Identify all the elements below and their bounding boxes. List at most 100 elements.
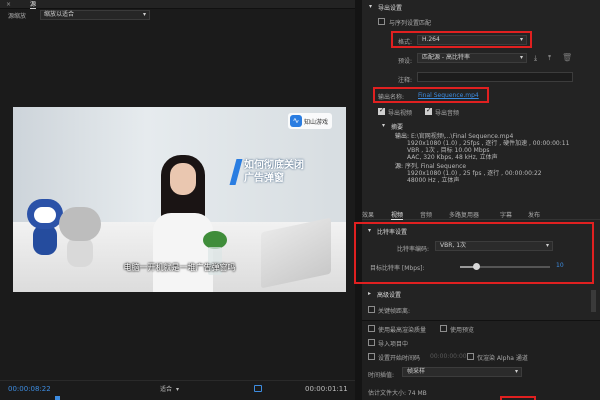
safe-margins-icon[interactable] xyxy=(254,385,262,392)
comment-input[interactable] xyxy=(417,72,573,82)
summary-source-audio: 48000 Hz , 立体声 xyxy=(407,177,460,184)
export-button-highlight xyxy=(500,396,536,400)
export-video-label: 导出视频 xyxy=(388,110,413,117)
preset-value: 匹配源 - 高比特率 xyxy=(422,54,470,61)
match-sequence-row: 与序列设置匹配 xyxy=(362,15,600,27)
summary-source-video: 1920x1080 (1.0) , 25 fps , 逐行 , 00:00:00… xyxy=(407,170,542,177)
export-video-checkbox[interactable] xyxy=(378,106,385,115)
video-subtitle: 电脑一开机就是一堆广告弹窗吗 xyxy=(123,263,236,272)
tab-multiplexer[interactable]: 多路复用器 xyxy=(449,210,479,219)
time-interpolation-label: 时间插值: xyxy=(368,372,395,379)
summary-output-video: 1920x1080 (1.0) , 25fps , 逐行 , 硬件加速 , 00… xyxy=(407,140,570,147)
chevron-down-icon: ▾ xyxy=(545,242,549,249)
overlay-title-line1: 如何彻底关闭 xyxy=(244,160,304,171)
bitrate-section-title: 比特率设置 xyxy=(377,229,408,236)
chevron-down-icon: ▾ xyxy=(142,11,146,18)
format-select[interactable]: H.264 ▾ xyxy=(417,35,527,45)
source-scale-row: 源缩放 缩放以适合 ▾ xyxy=(0,9,355,21)
save-preset-icon[interactable]: ⤓ xyxy=(534,54,537,63)
target-bitrate-knob[interactable] xyxy=(473,263,480,270)
render-alpha-label: 仅渲染 Alpha 通道 xyxy=(477,355,528,362)
match-sequence-label: 与序列设置匹配 xyxy=(389,20,432,27)
delete-preset-icon[interactable]: 🗑 xyxy=(562,53,572,62)
duration-timecode: 00:00:01:11 xyxy=(305,385,348,393)
output-name-label: 输出名称: xyxy=(378,94,405,101)
source-scale-value: 缩放以适合 xyxy=(44,11,75,18)
import-preset-icon[interactable]: ⤒ xyxy=(548,54,551,63)
grey-plush-toy xyxy=(59,207,101,267)
export-audio-label: 导出音频 xyxy=(435,110,460,117)
format-value: H.264 xyxy=(422,36,440,43)
bitrate-encoding-select[interactable]: VBR, 1次 ▾ xyxy=(435,241,553,251)
collapse-triangle-icon[interactable]: ▾ xyxy=(382,122,385,129)
export-audio-checkbox[interactable] xyxy=(425,106,432,115)
tab-video[interactable]: 视频 xyxy=(391,210,404,220)
tab-source[interactable]: 源 xyxy=(30,0,37,9)
use-previews-label: 使用预览 xyxy=(450,327,475,334)
target-bitrate-value[interactable]: 10 xyxy=(556,262,564,269)
settings-scrollbar[interactable] xyxy=(591,290,596,312)
tab-audio[interactable]: 音频 xyxy=(420,210,432,219)
source-monitor-panel: × 源 源缩放 缩放以适合 ▾ ∿ 知山游戏 如何彻底关闭 广告弹窗 电脑一开机… xyxy=(0,0,355,400)
video-preview: ∿ 知山游戏 如何彻底关闭 广告弹窗 电脑一开机就是一堆广告弹窗吗 xyxy=(13,107,346,292)
render-alpha-checkbox[interactable] xyxy=(467,353,474,360)
source-scale-select[interactable]: 缩放以适合 ▾ xyxy=(40,10,150,20)
fit-select[interactable]: 适合 ▾ xyxy=(160,384,190,393)
start-timecode-label: 设置开始时间码 xyxy=(378,355,421,362)
chevron-down-icon: ▾ xyxy=(176,386,180,393)
fit-value: 适合 xyxy=(160,386,173,393)
tab-effects[interactable]: 效果 xyxy=(362,210,374,219)
format-label: 格式: xyxy=(398,39,413,46)
summary-header: ▾ 摘要 xyxy=(362,121,600,133)
match-sequence-checkbox[interactable] xyxy=(378,18,385,25)
start-timecode-checkbox[interactable] xyxy=(368,353,375,360)
output-name-link[interactable]: Final Sequence.mp4 xyxy=(418,92,479,99)
bitrate-encoding-value: VBR, 1次 xyxy=(440,242,467,249)
playhead-handle[interactable] xyxy=(55,396,60,400)
collapse-triangle-icon[interactable]: ▾ xyxy=(369,3,372,10)
tab-publish[interactable]: 发布 xyxy=(528,210,540,219)
start-timecode-value[interactable]: 00:00:00:00 xyxy=(430,353,467,360)
summary-source-key: 源: xyxy=(395,163,404,170)
preset-label: 预设: xyxy=(398,58,413,65)
preset-select[interactable]: 匹配源 - 高比特率 ▾ xyxy=(417,53,527,63)
channel-logo: ∿ 知山游戏 xyxy=(288,113,332,129)
logo-text: 知山游戏 xyxy=(304,119,329,126)
current-timecode[interactable]: 00:00:08:22 xyxy=(8,385,51,393)
bitrate-encoding-label: 比特率编码: xyxy=(397,246,430,253)
summary-source-seq: 序列, Final Sequence xyxy=(404,163,467,170)
close-tab-icon[interactable]: × xyxy=(6,0,11,9)
time-interpolation-select[interactable]: 帧采样 ▾ xyxy=(402,367,522,377)
summary-output-path: E:\官网视频\...\Final Sequence.mp4 xyxy=(410,133,514,140)
playback-bar: 00:00:08:22 适合 ▾ 00:00:01:11 xyxy=(0,380,355,400)
overlay-title: 如何彻底关闭 广告弹窗 xyxy=(244,159,346,185)
summary-output-key: 输出: xyxy=(395,133,410,140)
max-render-quality-checkbox[interactable] xyxy=(368,325,375,332)
export-settings-header: ▾ 导出设置 xyxy=(362,1,600,13)
export-av-row: 导出视频 导出音频 xyxy=(362,106,600,118)
source-tab-bar: × 源 xyxy=(0,0,355,9)
expand-triangle-icon[interactable]: ▸ xyxy=(368,290,371,297)
export-settings-panel: ▾ 导出设置 与序列设置匹配 格式: H.264 ▾ 预设: 匹配源 - 高比特… xyxy=(354,0,600,400)
export-settings-title: 导出设置 xyxy=(378,5,403,12)
summary-output-audio: AAC, 320 Kbps, 48 kHz, 立体声 xyxy=(407,154,498,161)
comment-label: 注释: xyxy=(398,77,413,84)
chevron-down-icon: ▾ xyxy=(519,54,523,61)
max-render-quality-label: 使用最高渲染质量 xyxy=(378,327,427,334)
render-options: 使用最高渲染质量 使用预览 导入项目中 设置开始时间码 00:00:00:00 … xyxy=(362,321,600,400)
collapse-triangle-icon[interactable]: ▾ xyxy=(368,227,371,234)
keyframe-distance-label: 关键帧距离: xyxy=(378,308,411,315)
keyframe-distance-checkbox[interactable] xyxy=(368,306,375,313)
import-to-project-checkbox[interactable] xyxy=(368,339,375,346)
use-previews-checkbox[interactable] xyxy=(440,325,447,332)
export-summary: 输出: E:\官网视频\...\Final Sequence.mp4 1920x… xyxy=(395,133,595,184)
import-to-project-label: 导入项目中 xyxy=(378,341,409,348)
estimated-size-label: 估计文件大小: 74 MB xyxy=(368,390,427,397)
export-tabs: 效果 视频 音频 多路复用器 字幕 发布 xyxy=(362,208,600,220)
panel-divider[interactable] xyxy=(355,0,362,400)
time-interpolation-value: 帧采样 xyxy=(407,368,426,375)
summary-title: 摘要 xyxy=(391,124,404,131)
blue-plush-toy xyxy=(27,199,63,255)
summary-output-bitrate: VBR , 1次 , 目标 10.00 Mbps xyxy=(407,147,490,154)
tab-captions[interactable]: 字幕 xyxy=(500,210,512,219)
